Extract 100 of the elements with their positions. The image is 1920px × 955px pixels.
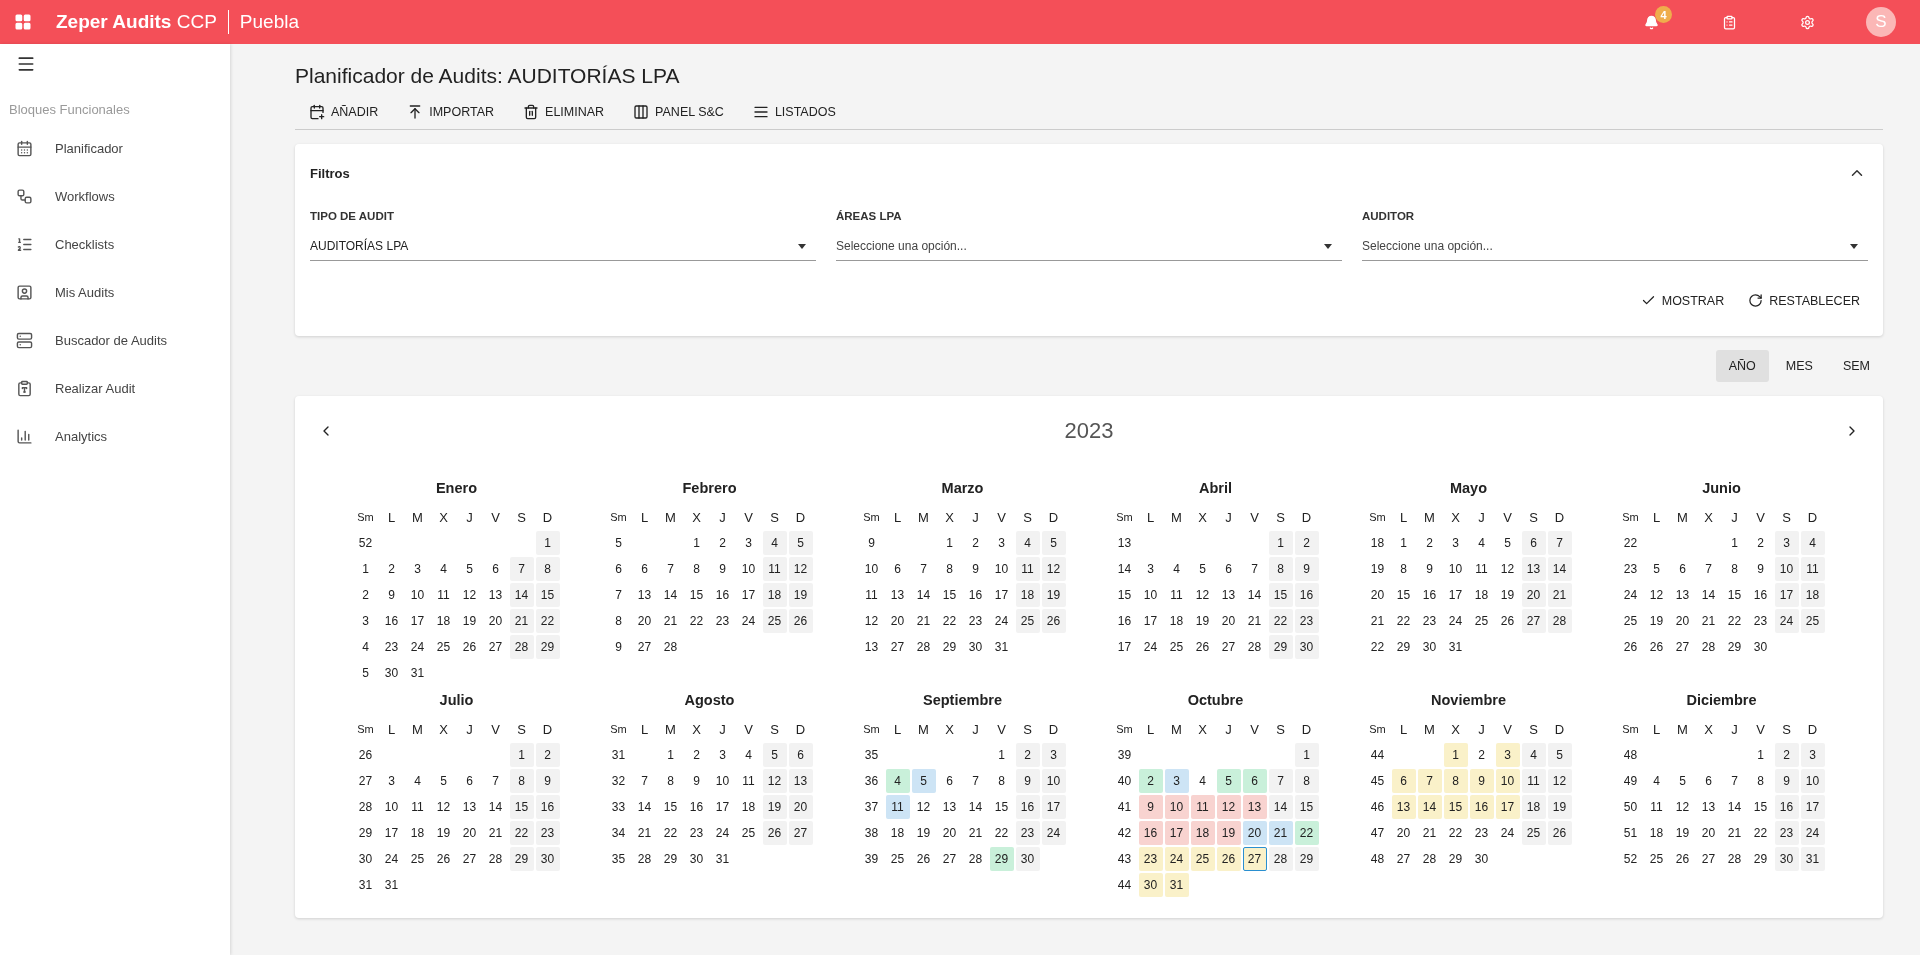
day-cell[interactable]: 25 [1469, 609, 1494, 633]
day-cell[interactable]: 26 [1644, 635, 1669, 659]
day-cell[interactable]: 4 [762, 531, 787, 555]
day-cell[interactable]: 23 [379, 635, 404, 659]
day-cell[interactable]: 31 [1443, 635, 1468, 659]
day-cell[interactable]: 6 [1521, 531, 1546, 555]
delete-button[interactable]: ELIMINAR [509, 98, 620, 126]
day-cell[interactable]: 30 [1748, 635, 1773, 659]
day-cell[interactable]: 18 [885, 821, 910, 845]
day-cell[interactable]: 23 [1774, 821, 1799, 845]
import-button[interactable]: IMPORTAR [393, 98, 510, 126]
day-cell[interactable]: 27 [1521, 609, 1546, 633]
day-cell[interactable]: 12 [1644, 583, 1669, 607]
day-cell[interactable]: 12 [1670, 795, 1695, 819]
day-cell[interactable]: 12 [911, 795, 936, 819]
day-cell[interactable]: 1 [684, 531, 709, 555]
day-cell[interactable]: 10 [1041, 769, 1066, 793]
day-cell[interactable]: 4 [1644, 769, 1669, 793]
day-cell[interactable]: 19 [457, 609, 482, 633]
day-cell[interactable]: 13 [885, 583, 910, 607]
day-cell[interactable]: 22 [658, 821, 683, 845]
day-cell[interactable]: 28 [509, 635, 534, 659]
scheduled-day-cell[interactable]: 9 [1138, 795, 1163, 819]
day-cell[interactable]: 7 [1268, 769, 1293, 793]
day-cell[interactable]: 21 [1696, 609, 1721, 633]
day-cell[interactable]: 17 [1800, 795, 1825, 819]
day-cell[interactable]: 29 [937, 635, 962, 659]
day-cell[interactable]: 21 [632, 821, 657, 845]
day-cell[interactable]: 26 [1190, 635, 1215, 659]
day-cell[interactable]: 12 [788, 557, 813, 581]
day-cell[interactable]: 15 [989, 795, 1014, 819]
day-cell[interactable]: 29 [1748, 847, 1773, 871]
day-cell[interactable]: 5 [431, 769, 456, 793]
day-cell[interactable]: 18 [1800, 583, 1825, 607]
day-cell[interactable]: 30 [379, 661, 404, 685]
day-cell[interactable]: 18 [762, 583, 787, 607]
scheduled-day-cell[interactable]: 6 [1391, 769, 1416, 793]
day-cell[interactable]: 28 [632, 847, 657, 871]
day-cell[interactable]: 2 [1294, 531, 1319, 555]
day-cell[interactable]: 26 [457, 635, 482, 659]
day-cell[interactable]: 15 [509, 795, 534, 819]
day-cell[interactable]: 1 [1294, 743, 1319, 767]
day-cell[interactable]: 11 [1800, 557, 1825, 581]
day-cell[interactable]: 26 [911, 847, 936, 871]
day-cell[interactable]: 28 [1547, 609, 1572, 633]
scheduled-day-cell[interactable]: 12 [1216, 795, 1241, 819]
day-cell[interactable]: 25 [1015, 609, 1040, 633]
day-cell[interactable]: 25 [885, 847, 910, 871]
day-cell[interactable]: 2 [1469, 743, 1494, 767]
day-cell[interactable]: 30 [535, 847, 560, 871]
day-cell[interactable]: 14 [509, 583, 534, 607]
day-cell[interactable]: 22 [684, 609, 709, 633]
day-cell[interactable]: 16 [1015, 795, 1040, 819]
day-cell[interactable]: 11 [405, 795, 430, 819]
day-cell[interactable]: 11 [762, 557, 787, 581]
day-cell[interactable]: 28 [1417, 847, 1442, 871]
scheduled-day-cell[interactable]: 23 [1138, 847, 1163, 871]
day-cell[interactable]: 20 [632, 609, 657, 633]
day-cell[interactable]: 28 [1268, 847, 1293, 871]
day-cell[interactable]: 23 [1748, 609, 1773, 633]
day-cell[interactable]: 5 [457, 557, 482, 581]
day-cell[interactable]: 28 [1242, 635, 1267, 659]
day-cell[interactable]: 30 [1015, 847, 1040, 871]
day-cell[interactable]: 29 [658, 847, 683, 871]
day-cell[interactable]: 4 [1190, 769, 1215, 793]
day-cell[interactable]: 21 [658, 609, 683, 633]
day-cell[interactable]: 24 [736, 609, 761, 633]
scheduled-day-cell[interactable]: 4 [885, 769, 910, 793]
day-cell[interactable]: 8 [1748, 769, 1773, 793]
scheduled-day-cell[interactable]: 13 [1242, 795, 1267, 819]
day-cell[interactable]: 18 [405, 821, 430, 845]
day-cell[interactable]: 5 [1190, 557, 1215, 581]
day-cell[interactable]: 6 [937, 769, 962, 793]
day-cell[interactable]: 27 [483, 635, 508, 659]
day-cell[interactable]: 10 [1774, 557, 1799, 581]
day-cell[interactable]: 3 [405, 557, 430, 581]
day-cell[interactable]: 13 [937, 795, 962, 819]
day-cell[interactable]: 25 [1644, 847, 1669, 871]
day-cell[interactable]: 29 [1391, 635, 1416, 659]
day-cell[interactable]: 23 [1417, 609, 1442, 633]
day-cell[interactable]: 20 [483, 609, 508, 633]
day-cell[interactable]: 19 [1041, 583, 1066, 607]
scheduled-day-cell[interactable]: 2 [1138, 769, 1163, 793]
day-cell[interactable]: 8 [989, 769, 1014, 793]
day-cell[interactable]: 24 [710, 821, 735, 845]
day-cell[interactable]: 3 [1041, 743, 1066, 767]
scheduled-day-cell[interactable]: 18 [1190, 821, 1215, 845]
day-cell[interactable]: 8 [937, 557, 962, 581]
select-field[interactable]: AUDITORÍAS LPA [310, 232, 816, 261]
day-cell[interactable]: 29 [1294, 847, 1319, 871]
day-cell[interactable]: 25 [1164, 635, 1189, 659]
day-cell[interactable]: 12 [1547, 769, 1572, 793]
scheduled-day-cell[interactable]: 8 [1443, 769, 1468, 793]
day-cell[interactable]: 4 [431, 557, 456, 581]
day-cell[interactable]: 7 [911, 557, 936, 581]
day-cell[interactable]: 17 [989, 583, 1014, 607]
day-cell[interactable]: 26 [1670, 847, 1695, 871]
scheduled-day-cell[interactable]: 9 [1469, 769, 1494, 793]
day-cell[interactable]: 9 [1294, 557, 1319, 581]
day-cell[interactable]: 9 [1417, 557, 1442, 581]
